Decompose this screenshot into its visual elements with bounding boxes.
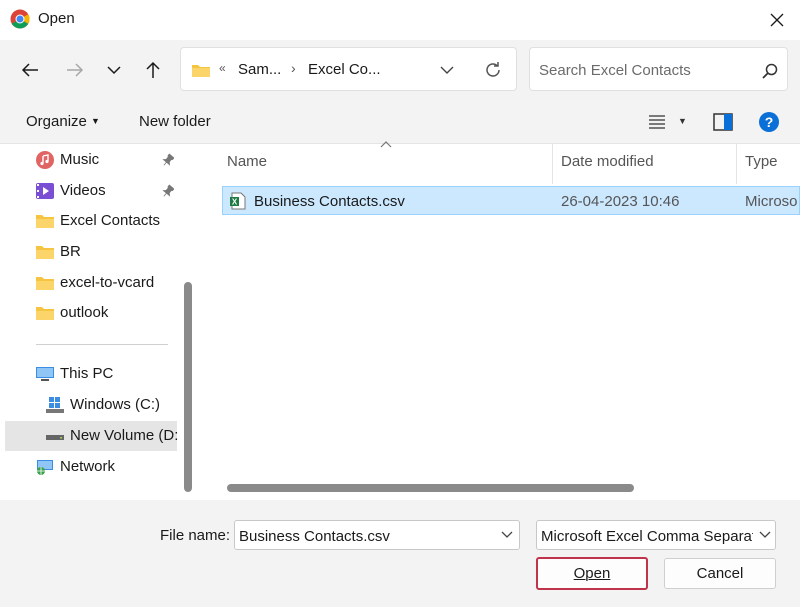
sidebar-item-label: Videos [60,182,106,199]
file-name-label: File name: [160,527,230,544]
address-segment[interactable]: Excel Co... [308,61,381,78]
column-divider[interactable] [736,144,737,184]
forward-button[interactable] [58,53,92,87]
sidebar-item-label: Windows (C:) [70,396,161,413]
folder-icon [192,65,210,77]
sidebar-item-outlook[interactable]: outlook [5,298,177,328]
caret-down-icon[interactable]: ▼ [678,116,687,126]
dialog-footer [0,500,800,607]
folder-icon [36,277,54,290]
search-icon[interactable] [762,63,778,79]
address-segment[interactable]: Sam... [238,61,281,78]
caret-down-icon: ▼ [91,116,100,126]
chevron-down-icon[interactable] [501,531,513,539]
file-type: Microso [745,193,798,210]
pin-icon [162,184,174,197]
file-type-select[interactable]: Microsoft Excel Comma Separated [536,520,776,550]
open-button[interactable]: Open [536,557,648,590]
sidebar-item-music[interactable]: Music [5,145,177,175]
videos-icon [36,183,54,199]
sidebar-item-excel-contacts[interactable]: Excel Contacts [5,206,177,236]
up-button[interactable] [136,53,170,87]
sidebar-item-label: Excel Contacts [60,212,161,229]
preview-pane-icon[interactable] [713,113,733,131]
folder-icon [36,307,54,320]
sidebar-item-label: This PC [60,365,114,382]
sidebar-item-br[interactable]: BR [5,237,177,267]
arrow-left-icon [21,63,38,77]
file-date-modified: 26-04-2023 10:46 [561,193,680,210]
sidebar-divider [36,344,168,345]
refresh-icon[interactable] [483,60,503,80]
file-name-field[interactable]: Business Contacts.csv [234,520,520,550]
windows-drive-icon [46,397,64,413]
organize-button[interactable]: Organize ▼ [26,113,100,130]
sort-ascending-icon [380,141,392,148]
sidebar-item-label: New Volume (D: [70,427,179,444]
pc-icon [36,367,54,381]
open-button-label: Open [573,565,611,582]
pin-icon [162,153,174,166]
address-bar[interactable]: « Sam... › Excel Co... [180,47,517,91]
file-name-label-text: File name: [160,527,231,544]
sidebar-item-label: Network [60,458,116,475]
folder-icon [36,215,54,228]
recent-locations-button[interactable] [97,53,131,87]
arrow-up-icon [146,61,160,78]
search-box[interactable]: Search Excel Contacts [529,47,788,91]
column-divider[interactable] [552,144,553,184]
sidebar-item-label: Music [60,151,100,168]
chevron-down-icon [107,66,121,75]
folder-icon [36,246,54,259]
chevron-down-icon[interactable] [759,531,771,539]
file-type-value[interactable]: Microsoft Excel Comma Separated [541,528,753,545]
sidebar-item-label: outlook [60,304,109,321]
help-icon[interactable]: ? [758,111,780,133]
search-input[interactable]: Search Excel Contacts [539,62,691,79]
sidebar-item-videos[interactable]: Videos [5,176,177,206]
svg-text:?: ? [765,114,774,130]
sidebar-item-label: BR [60,243,81,260]
sidebar-item-excel-to-vcard[interactable]: excel-to-vcard [5,268,177,298]
window-title: Open [38,10,75,27]
close-button[interactable] [762,6,792,34]
column-header-name[interactable]: Name [227,153,267,170]
chevron-down-icon[interactable] [440,65,454,75]
close-icon [770,13,784,27]
sidebar-scrollbar[interactable] [184,282,192,492]
title-bar: Open [0,0,800,40]
file-name: Business Contacts.csv [254,193,405,210]
excel-csv-icon: X [230,192,246,210]
back-button[interactable] [13,53,47,87]
new-folder-button[interactable]: New folder [139,113,211,130]
sidebar-item-windows-c[interactable]: Windows (C:) [5,390,177,420]
navigation-pane: Music Videos Excel Contacts BR excel-to-… [0,144,182,500]
address-overflow[interactable]: « [219,61,226,75]
file-name-value[interactable]: Business Contacts.csv [239,528,390,545]
music-icon [36,151,54,169]
column-header-type[interactable]: Type [745,153,778,170]
sidebar-item-label: excel-to-vcard [60,274,155,291]
drive-icon [46,435,64,440]
sidebar-item-this-pc[interactable]: This PC [5,359,177,389]
command-bar: Organize ▼ New folder ▼ ? [0,102,800,144]
file-list-scrollbar[interactable] [227,484,634,492]
arrow-right-icon [67,63,84,77]
network-icon [37,460,53,475]
sidebar-item-new-volume-d[interactable]: New Volume (D: [5,421,179,451]
column-header-date-modified[interactable]: Date modified [561,153,654,170]
svg-text:X: X [232,198,238,207]
cancel-button[interactable]: Cancel [664,558,776,589]
chrome-icon [10,9,30,29]
chevron-right-icon[interactable]: › [291,60,296,76]
sidebar-item-network[interactable]: Network [5,452,177,482]
cancel-button-label: Cancel [696,565,744,582]
file-row[interactable]: X Business Contacts.csv 26-04-2023 10:46… [222,186,800,215]
view-list-icon[interactable] [649,115,665,129]
